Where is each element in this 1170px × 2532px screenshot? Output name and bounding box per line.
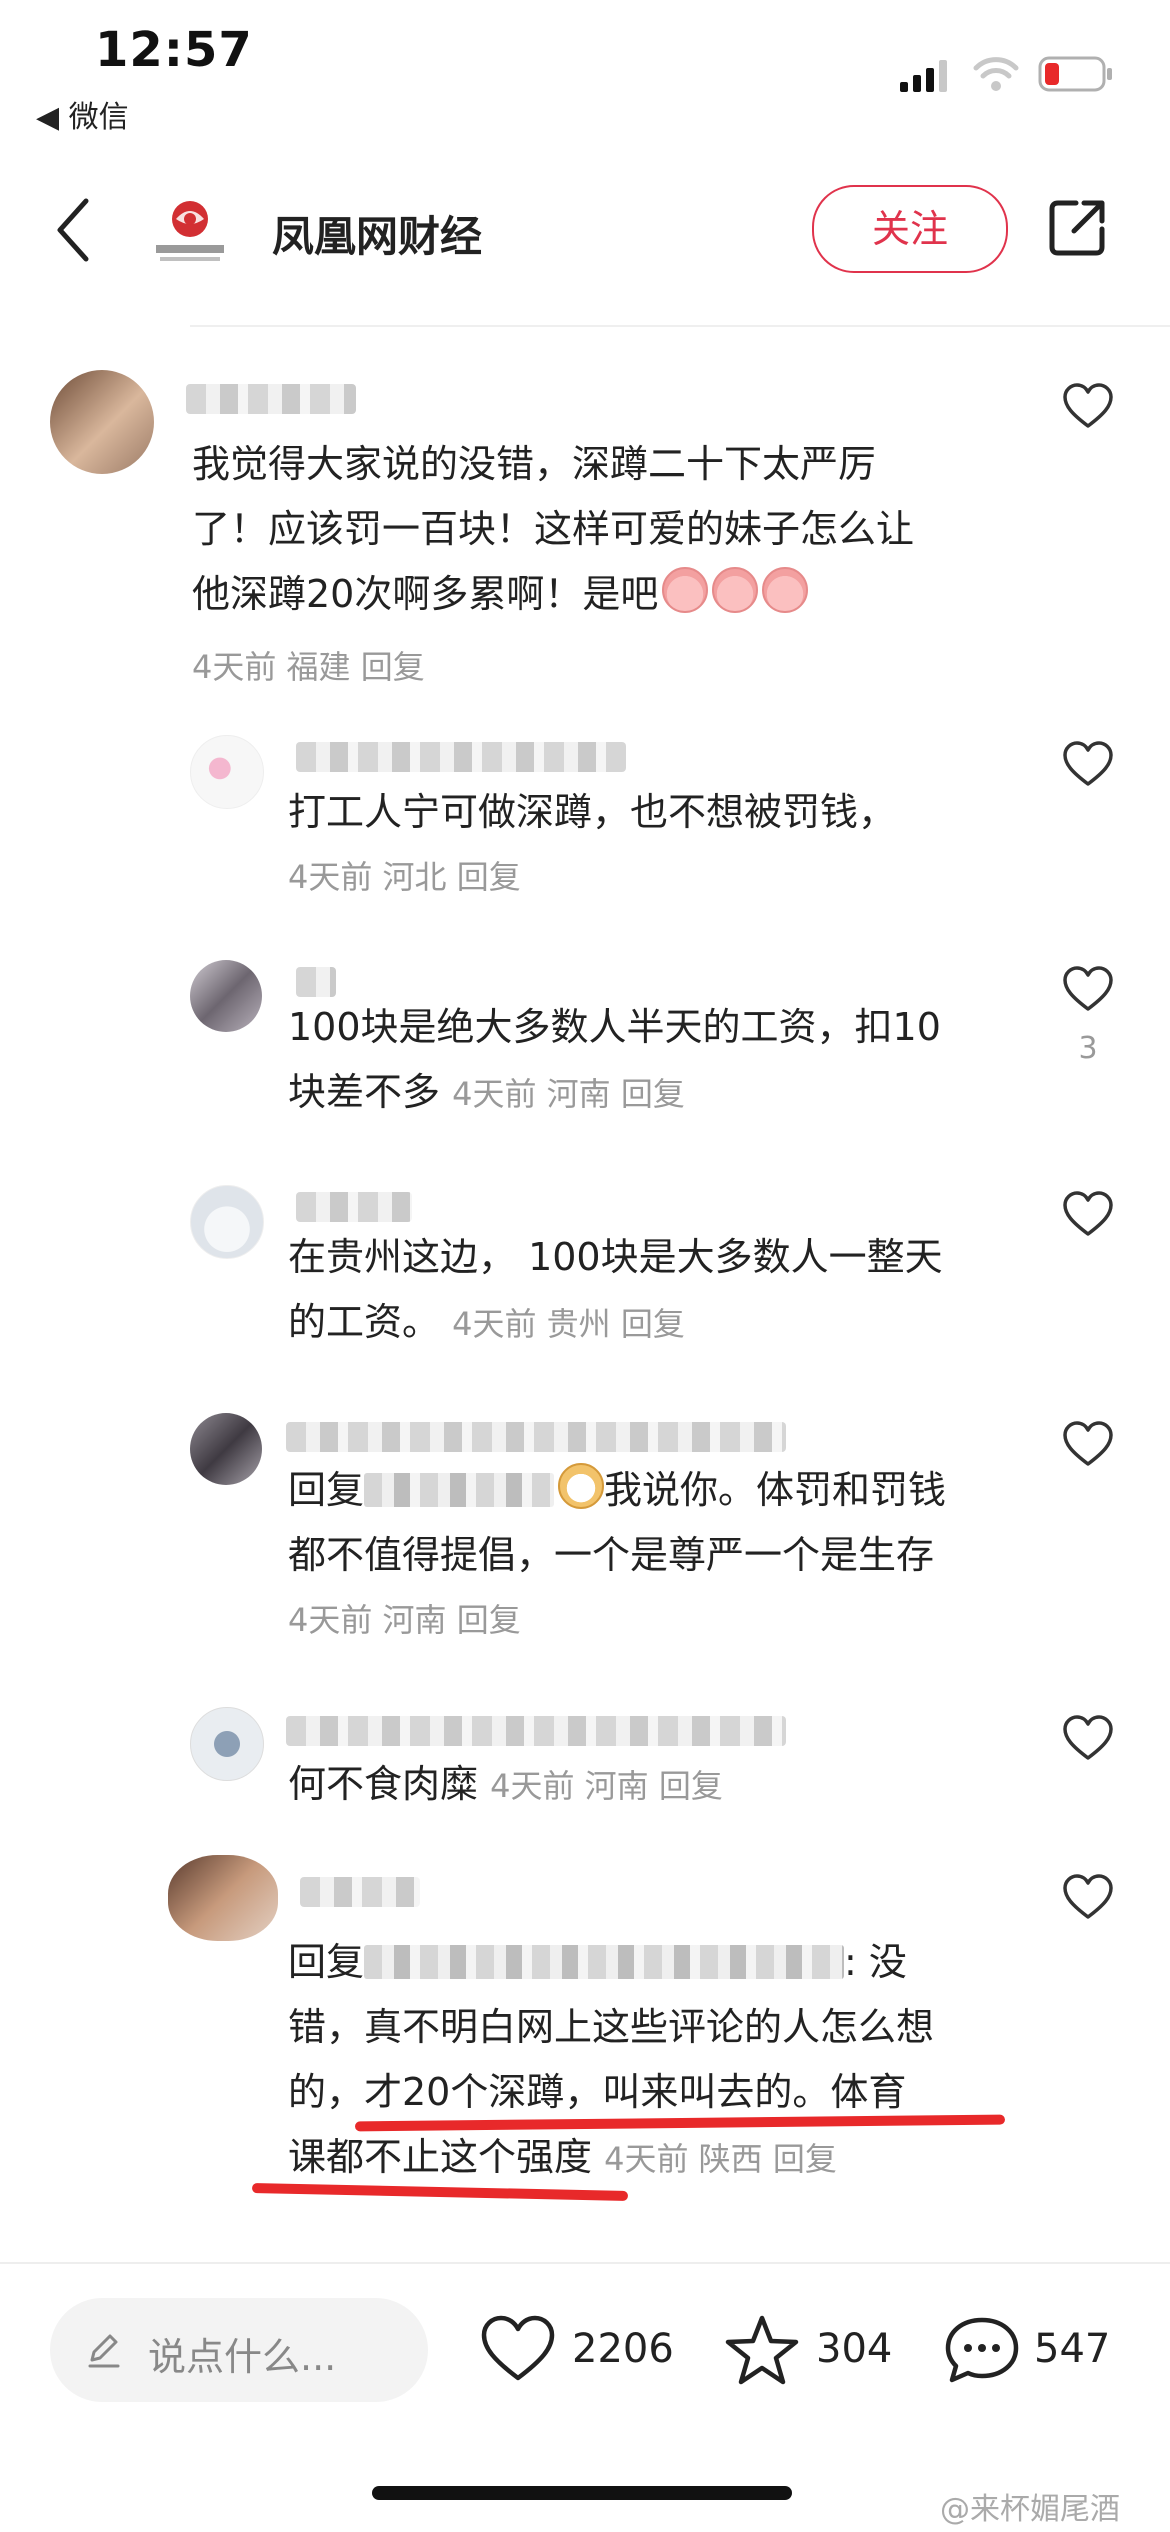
dog-emoji-icon <box>558 1463 605 1509</box>
like-count: 3 <box>1078 1031 1098 1066</box>
favorite-button[interactable]: 304 <box>724 2300 914 2400</box>
comment-line: 我觉得大家说的没错，深蹲二十下太严厉 <box>192 442 877 486</box>
avatar[interactable] <box>190 1413 262 1485</box>
comment-line-text: 课都不止这个强度 <box>288 2135 593 2179</box>
crying-emoji-icon <box>662 567 709 613</box>
comment-input-placeholder: 说点什么... <box>148 2335 337 2379</box>
comment-line-text: 我说你。体罚和罚钱 <box>604 1468 947 1512</box>
like-count: 2206 <box>572 2326 674 2372</box>
comment-meta[interactable]: 4天前 福建 回复 <box>192 635 425 700</box>
cellular-signal-icon <box>900 60 947 92</box>
weibo-watermark: @来杯媚尾酒 <box>940 2492 1120 2527</box>
comment-line: 错，真不明白网上这些评论的人怎么想 <box>288 2005 935 2049</box>
comment-line-text: 何不食肉糜 <box>288 1762 479 1806</box>
share-icon[interactable] <box>1046 195 1110 259</box>
like-button[interactable]: 2206 <box>480 2300 680 2400</box>
comment-line-text: 他深蹲20次啊多累啊！是吧 <box>192 572 659 616</box>
pen-icon <box>88 2334 120 2368</box>
avatar[interactable] <box>190 735 264 809</box>
account-title: 凤凰网财经 <box>272 212 483 261</box>
back-arrow-icon[interactable] <box>52 195 92 265</box>
comment-line: 回复 我说你。体罚和罚钱 <box>288 1458 946 1523</box>
avatar[interactable] <box>190 1707 264 1781</box>
heart-icon[interactable] <box>1062 965 1114 1013</box>
comment-body: 何不食肉糜 4天前 河南 回复 <box>288 1752 723 1819</box>
back-to-app-link[interactable]: ◀ 微信 <box>36 92 129 136</box>
comment-body: 100块是绝大多数人半天的工资，扣10 块差不多 4天前 河南 回复 <box>288 995 941 1127</box>
favorite-count: 304 <box>816 2326 893 2372</box>
comment-line: 都不值得提倡，一个是尊严一个是生存 <box>288 1533 935 1577</box>
heart-icon[interactable] <box>1062 382 1114 430</box>
avatar[interactable] <box>190 1185 264 1259</box>
comment-button[interactable]: 547 <box>944 2300 1134 2400</box>
comment-input[interactable]: 说点什么... <box>50 2298 428 2402</box>
home-indicator[interactable] <box>372 2486 792 2500</box>
header-divider <box>190 325 1170 327</box>
heart-icon[interactable] <box>1062 1714 1114 1762</box>
bottom-divider <box>0 2262 1170 2264</box>
comment-line-text: : 没 <box>844 1940 907 1984</box>
heart-icon[interactable] <box>1062 1190 1114 1238</box>
heart-icon[interactable] <box>1062 1873 1114 1921</box>
battery-low-icon <box>1038 56 1112 92</box>
comment-body: 打工人宁可做深蹲，也不想被罚钱， <box>288 780 896 845</box>
heart-icon[interactable] <box>1062 1420 1114 1468</box>
comment-line: 的，才20个深蹲，叫来叫去的。体育 <box>288 2070 907 2114</box>
comment-line: 打工人宁可做深蹲，也不想被罚钱， <box>288 790 897 834</box>
username-blurred[interactable] <box>296 742 626 772</box>
status-time: 12:57 <box>95 22 253 78</box>
comment-line-text: 块差不多 <box>288 1070 441 1114</box>
comment-count: 547 <box>1034 2326 1111 2372</box>
account-header: 凤凰网财经 关注 <box>0 165 1170 295</box>
username-blurred[interactable] <box>296 967 336 997</box>
comment-line: 课都不止这个强度 4天前 陕西 回复 <box>288 2125 934 2192</box>
comment-line: 在贵州这边， 100块是大多数人一整天 <box>288 1235 943 1279</box>
comment-meta[interactable]: 4天前 陕西 回复 <box>604 2140 837 2178</box>
comment-line: 100块是绝大多数人半天的工资，扣10 <box>288 1005 941 1049</box>
comment-line: 何不食肉糜 4天前 河南 回复 <box>288 1752 723 1819</box>
mention-blurred[interactable] <box>364 1945 845 1979</box>
comment-meta[interactable]: 4天前 河南 回复 <box>452 1075 685 1113</box>
comment-line: 他深蹲20次啊多累啊！是吧 <box>192 562 914 627</box>
username-blurred[interactable] <box>300 1877 420 1907</box>
chat-bubble-icon <box>945 2317 1019 2383</box>
username-blurred[interactable] <box>296 1192 412 1222</box>
crying-emoji-icon <box>762 567 809 613</box>
comment-body: 在贵州这边， 100块是大多数人一整天 的工资。 4天前 贵州 回复 <box>288 1225 943 1357</box>
reply-prefix: 回复 <box>288 1940 365 1984</box>
star-icon <box>725 2315 799 2385</box>
username-blurred[interactable] <box>286 1422 786 1452</box>
phoenix-finance-logo <box>156 201 224 261</box>
comment-body: 回复 : 没 错，真不明白网上这些评论的人怎么想 的，才20个深蹲，叫来叫去的。体… <box>288 1930 934 2192</box>
comment-line-text: 的工资。 <box>288 1300 441 1344</box>
avatar[interactable] <box>190 960 262 1032</box>
heart-icon[interactable] <box>1062 740 1114 788</box>
comment-body: 回复 我说你。体罚和罚钱 都不值得提倡，一个是尊严一个是生存 <box>288 1458 946 1588</box>
comment-meta[interactable]: 4天前 河南 回复 <box>288 1588 521 1653</box>
avatar[interactable] <box>50 370 154 474</box>
avatar[interactable] <box>168 1855 278 1941</box>
heart-icon <box>481 2315 555 2381</box>
comment-line: 了！应该罚一百块！这样可爱的妹子怎么让 <box>192 507 915 551</box>
reply-prefix: 回复 <box>288 1468 365 1512</box>
comment-meta[interactable]: 4天前 河北 回复 <box>288 845 521 910</box>
wifi-icon <box>973 57 1019 91</box>
comment-meta[interactable]: 4天前 贵州 回复 <box>452 1305 685 1343</box>
crying-emoji-icon <box>712 567 759 613</box>
mention-blurred[interactable] <box>364 1473 555 1507</box>
comment-meta[interactable]: 4天前 河南 回复 <box>490 1767 723 1805</box>
status-bar: 12:57 ◀ 微信 <box>0 0 1170 140</box>
comment-line: 块差不多 4天前 河南 回复 <box>288 1060 941 1127</box>
username-blurred[interactable] <box>186 384 356 414</box>
comment-line: 的工资。 4天前 贵州 回复 <box>288 1290 943 1357</box>
comment-body: 我觉得大家说的没错，深蹲二十下太严厉 了！应该罚一百块！这样可爱的妹子怎么让 他… <box>192 432 914 627</box>
comment-line: 回复 : 没 <box>288 1930 934 1995</box>
username-blurred[interactable] <box>286 1716 786 1746</box>
follow-button[interactable]: 关注 <box>812 185 1008 273</box>
